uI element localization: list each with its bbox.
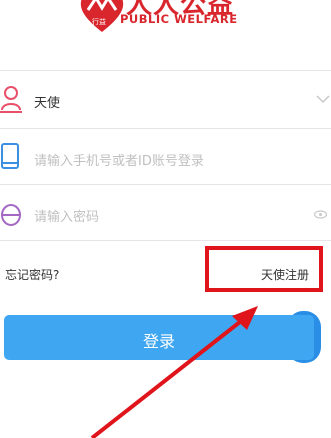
account-row[interactable]: 请输入手机号或者ID账号登录	[0, 130, 331, 186]
divider	[0, 70, 331, 71]
divider	[0, 128, 331, 129]
divider	[0, 184, 331, 185]
user-icon	[0, 86, 22, 113]
phone-icon	[1, 143, 19, 169]
password-row[interactable]: 请输入密码	[0, 186, 331, 242]
account-input[interactable]: 请输入手机号或者ID账号登录	[34, 150, 204, 169]
password-input[interactable]: 请输入密码	[34, 206, 99, 225]
login-button[interactable]: 登录	[4, 315, 314, 360]
lock-icon	[1, 204, 21, 226]
login-button-label: 登录	[142, 334, 175, 351]
login-screen: 行益 人人公益 PUBLIC WELFARE 天使 请输入手机号或者ID账号登录	[0, 0, 331, 438]
logo-subtitle: PUBLIC WELFARE	[120, 12, 238, 26]
role-value: 天使	[34, 96, 61, 111]
annotation-highlight-box	[205, 246, 323, 292]
divider	[0, 240, 331, 241]
eye-icon[interactable]	[314, 210, 327, 219]
logo-mark-text: 行益	[92, 17, 106, 26]
chevron-down-icon[interactable]	[315, 92, 331, 106]
forgot-password-link[interactable]: 忘记密码?	[5, 266, 59, 283]
heart-logo-icon: 行益	[80, 0, 124, 32]
role-select-row[interactable]: 天使	[0, 72, 331, 128]
app-logo: 行益 人人公益 PUBLIC WELFARE	[78, 0, 258, 40]
